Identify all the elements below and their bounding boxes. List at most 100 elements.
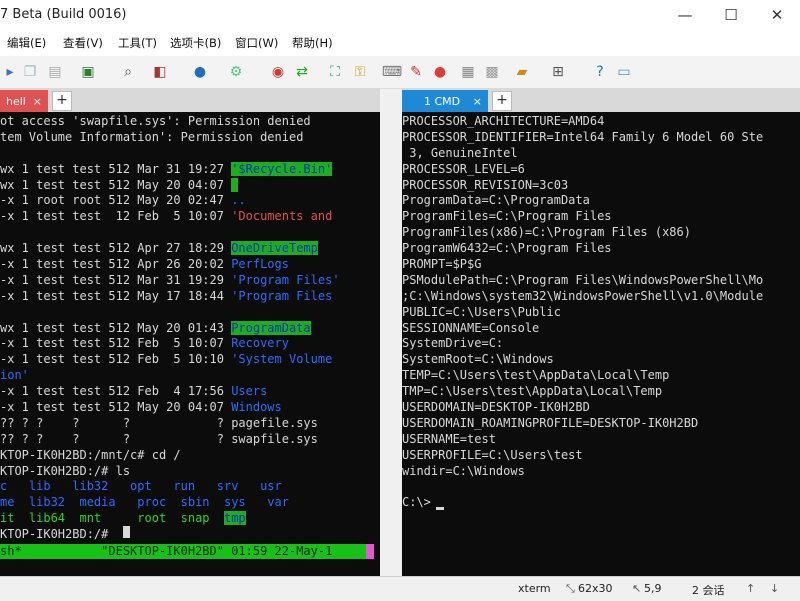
- terminal-text: -x 1 test test 512 Apr 26 20:02: [0, 257, 232, 272]
- globe-icon[interactable]: ●: [190, 62, 210, 82]
- terminal-size: 62x30: [578, 582, 613, 595]
- keyboard-icon[interactable]: ⌨: [382, 62, 402, 82]
- stop-icon[interactable]: ●: [430, 62, 450, 82]
- terminal-text: Windows: [231, 400, 282, 415]
- terminal-type: xterm: [518, 582, 551, 595]
- terminal-line: me lib32 media proc sbin sys var: [0, 495, 340, 511]
- tab-cmd[interactable]: 1 CMD ×: [402, 90, 488, 112]
- maximize-button[interactable]: ☐: [708, 0, 754, 30]
- terminal-text: Recovery: [231, 336, 289, 351]
- terminal-line: ot access 'swapfile.sys': Permission den…: [0, 114, 340, 130]
- terminal-text: PerfLogs: [231, 257, 289, 272]
- menu-tabs[interactable]: 选项卡(B): [170, 35, 221, 51]
- terminal-text: -x 1 root root 512 May 20 02:47: [0, 193, 232, 208]
- terminal-text: -x 1 test test 512 May 17 18:44: [0, 288, 232, 303]
- terminal-line: ProgramFiles=C:\Program Files: [402, 209, 612, 224]
- close-window-button[interactable]: ✕: [754, 0, 800, 30]
- terminal-text: ?? ? ? ? ? ? pagefile.sys: [0, 415, 318, 430]
- transfer-icon[interactable]: ⇄: [292, 62, 312, 82]
- up-arrow-icon[interactable]: ↑: [746, 582, 755, 595]
- title-bar: 7 Beta (Build 0016) — ☐ ✕: [0, 0, 800, 30]
- terminal-line: wx 1 test test 512 Apr 27 18:29 OneDrive…: [0, 241, 340, 257]
- terminal-text: tem Volume Information': Permission deni…: [0, 129, 304, 144]
- add-tab-button[interactable]: +: [492, 91, 512, 111]
- terminal-line: SESSIONNAME=Console: [402, 320, 540, 335]
- settings-icon[interactable]: ▦: [458, 62, 478, 82]
- tab-shell[interactable]: hell ×: [0, 90, 48, 112]
- terminal-line: -x 1 test test 12 Feb 5 10:07 'Documents…: [0, 209, 340, 225]
- minimize-button[interactable]: —: [662, 0, 708, 30]
- terminal-line: wx 1 test test 512 May 20 04:07: [0, 177, 340, 194]
- terminal-text: wx 1 test test 512 May 20 04:07: [0, 177, 232, 192]
- lock-icon[interactable]: ⚿: [350, 62, 370, 82]
- terminal-text: 'System Volume: [231, 352, 333, 367]
- left-terminal-pane[interactable]: ot access 'swapfile.sys': Permission den…: [0, 112, 380, 576]
- properties-icon[interactable]: ◧: [150, 62, 170, 82]
- terminal-text: OneDriveTemp: [231, 241, 318, 256]
- terminal-line: USERPROFILE=C:\Users\test: [402, 447, 583, 462]
- terminal-text: 'Program Files': [231, 272, 340, 287]
- record-icon[interactable]: ◉: [268, 62, 288, 82]
- terminal-line: USERDOMAIN_ROAMINGPROFILE=DESKTOP-IK0H2B…: [402, 415, 699, 430]
- pane-separator[interactable]: [380, 112, 402, 576]
- pen-icon[interactable]: ✎: [406, 62, 426, 82]
- terminal-line: ?? ? ? ? ? ? swapfile.sys: [0, 432, 340, 448]
- layout-icon[interactable]: ⊞: [548, 62, 568, 82]
- terminal-line: KTOP-IK0H2BD:/#: [0, 527, 340, 543]
- search-icon[interactable]: ⌕: [118, 62, 138, 82]
- terminal-line: SystemRoot=C:\Windows: [402, 352, 554, 367]
- menu-window[interactable]: 窗口(W): [235, 35, 278, 51]
- menu-view[interactable]: 查看(V): [63, 35, 103, 51]
- terminal-line: tem Volume Information': Permission deni…: [0, 130, 340, 146]
- terminal-line: PSModulePath=C:\Program Files\WindowsPow…: [402, 272, 764, 287]
- menu-help[interactable]: 帮助(H): [292, 35, 333, 51]
- terminal-line: SystemDrive=C:: [402, 336, 504, 351]
- down-arrow-icon[interactable]: ↓: [770, 582, 779, 595]
- terminal-line: -x 1 test test 512 May 20 04:07 Windows: [0, 400, 340, 416]
- terminal-line: PUBLIC=C:\Users\Public: [402, 304, 561, 319]
- session-manager-icon[interactable]: ▣: [78, 62, 98, 82]
- terminal-line: -x 1 test test 512 Apr 26 20:02 PerfLogs: [0, 257, 340, 273]
- tab-close-icon[interactable]: ×: [33, 95, 42, 108]
- tmux-status-line: sh* "DESKTOP-IK0H2BD" 01:59 22-May-1: [0, 544, 370, 559]
- terminal-line: KTOP-IK0H2BD:/# ls: [0, 464, 340, 480]
- terminal-text: -x 1 test test 512 Feb 5 10:07: [0, 336, 232, 351]
- terminal-text: wx 1 test test 512 Mar 31 19:27: [0, 161, 232, 176]
- new-session-icon[interactable]: ▸: [0, 62, 20, 82]
- add-tab-button[interactable]: +: [52, 91, 72, 111]
- terminal-text: '$Recycle.Bin': [231, 161, 333, 176]
- terminal-line: -x 1 test test 512 Feb 5 10:10 'System V…: [0, 352, 340, 368]
- terminal-line: it lib64 mnt root snap tmp: [0, 511, 340, 527]
- terminal-line: -x 1 test test 512 Feb 5 10:07 Recovery: [0, 336, 340, 352]
- terminal-text: ProgramData: [231, 320, 311, 335]
- copy-icon[interactable]: ❐: [20, 62, 40, 82]
- menu-edit[interactable]: 编辑(E): [7, 35, 46, 51]
- right-terminal-pane[interactable]: PROCESSOR_ARCHITECTURE=AMD64 PROCESSOR_ID…: [402, 112, 800, 576]
- chat-icon[interactable]: ▭: [614, 62, 634, 82]
- options-icon[interactable]: ▩: [482, 62, 502, 82]
- status-marker: [366, 544, 374, 559]
- right-terminal-output: PROCESSOR_ARCHITECTURE=AMD64 PROCESSOR_ID…: [402, 114, 763, 511]
- fullscreen-icon[interactable]: ⛶: [325, 62, 345, 82]
- terminal-line: KTOP-IK0H2BD:/mnt/c# cd /: [0, 448, 340, 464]
- terminal-text: KTOP-IK0H2BD:/# ls: [0, 463, 131, 478]
- tab-close-icon[interactable]: ×: [473, 95, 482, 108]
- terminal-line: PROMPT=$P$G: [402, 257, 482, 272]
- menu-tools[interactable]: 工具(T): [118, 35, 157, 51]
- folder-icon[interactable]: ▰: [512, 62, 532, 82]
- help-icon[interactable]: ?: [590, 62, 610, 82]
- terminal-text: -x 1 test test 512 May 20 04:07: [0, 400, 232, 415]
- terminal-line: ion': [0, 368, 340, 384]
- terminal-line: wx 1 test test 512 May 20 01:43 ProgramD…: [0, 320, 340, 337]
- terminal-line: 3, GenuineIntel: [402, 145, 518, 160]
- right-tab-bar: 1 CMD × +: [402, 88, 800, 112]
- cursor-position-icon: ↖: [632, 582, 642, 595]
- terminal-text: wx 1 test test 512 Apr 27 18:29: [0, 241, 232, 256]
- script-icon[interactable]: ⚙: [226, 62, 246, 82]
- session-count: 2 会话: [692, 584, 725, 597]
- terminal-line: windir=C:\Windows: [402, 463, 525, 478]
- paste-icon[interactable]: ▤: [45, 62, 65, 82]
- terminal-text: -x 1 test test 512 Feb 5 10:10: [0, 352, 232, 367]
- left-terminal-output: ot access 'swapfile.sys': Permission den…: [0, 114, 340, 543]
